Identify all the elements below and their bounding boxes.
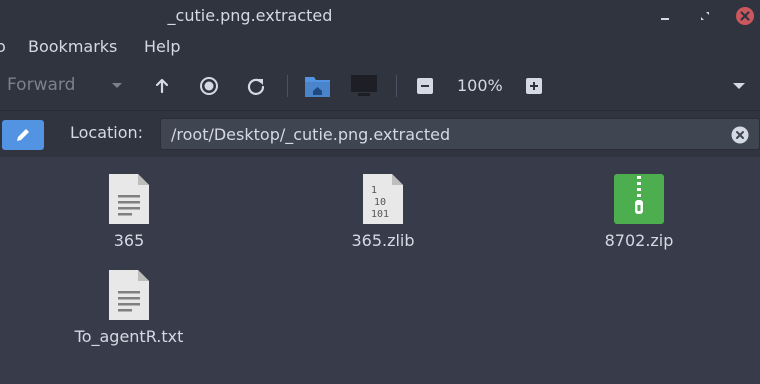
file-item-365-zlib[interactable]: 1 10 101 365.zlib	[313, 173, 453, 250]
home-folder-icon[interactable]	[304, 74, 331, 98]
zoom-in-icon[interactable]	[526, 78, 542, 94]
menu-bookmarks[interactable]: Bookmarks	[28, 37, 117, 56]
svg-text:1: 1	[371, 185, 377, 196]
pencil-icon	[17, 129, 29, 141]
close-icon[interactable]	[736, 7, 754, 25]
svg-text:101: 101	[371, 209, 389, 220]
zoom-level: 100%	[457, 76, 503, 95]
menu-bar: o Bookmarks Help	[0, 32, 760, 60]
file-name: To_agentR.txt	[74, 327, 184, 346]
maximize-icon[interactable]	[696, 7, 714, 25]
file-name: 365.zlib	[351, 231, 415, 250]
title-bar: _cutie.png.extracted	[0, 0, 760, 32]
zip-archive-icon	[614, 174, 664, 224]
home-record-icon[interactable]	[199, 76, 219, 96]
forward-button[interactable]: Forward	[7, 75, 75, 95]
svg-text:10: 10	[374, 197, 386, 208]
location-bar: Location: /root/Desktop/_cutie.png.extra…	[0, 111, 760, 157]
toolbar-separator	[287, 75, 288, 97]
clear-location-icon[interactable]	[731, 126, 749, 144]
toolbar: Forward 100%	[0, 60, 760, 111]
location-input[interactable]: /root/Desktop/_cutie.png.extracted	[160, 118, 760, 150]
file-name: 8702.zip	[604, 231, 674, 250]
binary-file-icon: 1 10 101	[363, 174, 403, 224]
edit-location-button[interactable]	[2, 120, 44, 150]
up-arrow-icon[interactable]	[153, 77, 171, 95]
file-view: 365 1 10 101 365.zlib 8702.zip To_agentR…	[0, 157, 760, 384]
menu-help[interactable]: Help	[144, 37, 180, 56]
window-title: _cutie.png.extracted	[167, 6, 333, 25]
reload-icon[interactable]	[246, 76, 266, 96]
computer-icon[interactable]	[351, 75, 377, 97]
forward-history-dropdown-icon[interactable]	[110, 81, 124, 91]
text-file-icon	[109, 174, 149, 224]
text-file-icon	[109, 270, 149, 320]
location-label: Location:	[70, 123, 144, 142]
menu-go[interactable]: o	[0, 37, 6, 56]
zoom-out-icon[interactable]	[417, 78, 433, 94]
location-value: /root/Desktop/_cutie.png.extracted	[171, 125, 451, 144]
file-item-365[interactable]: 365	[59, 173, 199, 250]
file-item-8702-zip[interactable]: 8702.zip	[569, 173, 709, 250]
file-name: 365	[113, 231, 145, 250]
toolbar-separator	[396, 75, 397, 97]
minimize-icon[interactable]	[656, 7, 674, 25]
toolbar-overflow-chevron-icon[interactable]	[732, 82, 746, 91]
file-item-to-agentr-txt[interactable]: To_agentR.txt	[59, 269, 199, 346]
